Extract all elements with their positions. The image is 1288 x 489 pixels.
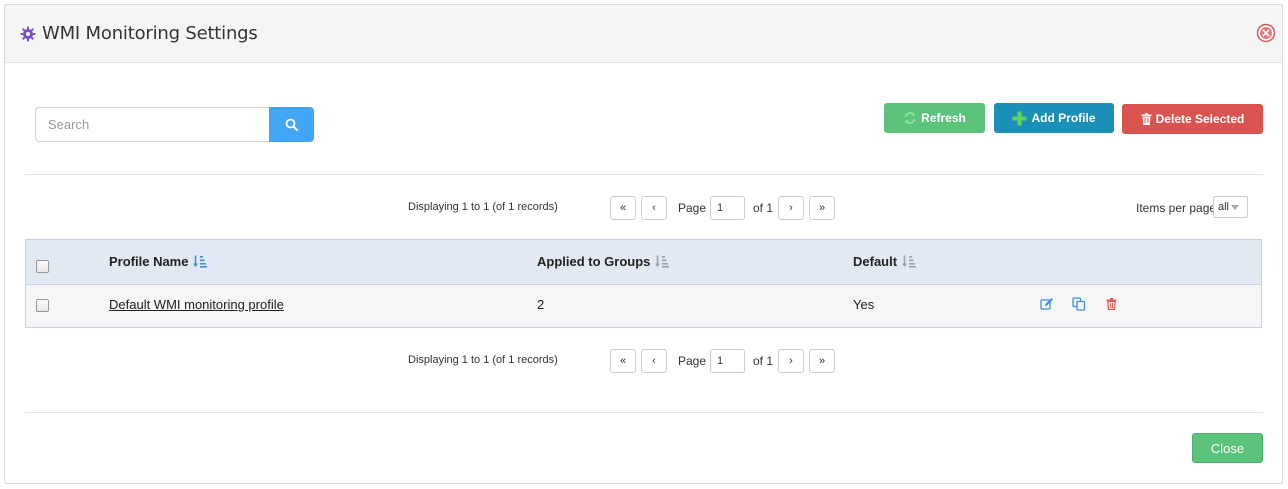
select-all-checkbox[interactable] <box>36 260 49 273</box>
row-checkbox[interactable] <box>36 299 49 312</box>
plus-icon <box>1012 111 1027 126</box>
divider-top <box>25 174 1263 175</box>
search-icon <box>285 118 298 131</box>
pager-top: Displaying 1 to 1 (of 1 records) « ‹ Pag… <box>5 196 1282 220</box>
delete-selected-label: Delete Selected <box>1155 112 1245 126</box>
profiles-table: Profile Name Applied to Groups Default D… <box>25 239 1262 328</box>
gear-icon <box>20 26 36 42</box>
items-per-page-label: Items per page <box>1136 201 1217 215</box>
close-button[interactable]: Close <box>1192 433 1263 463</box>
wmi-settings-modal: WMI Monitoring Settings Refresh <box>4 4 1283 484</box>
page-of-label: of 1 <box>753 354 774 368</box>
close-modal-icon[interactable] <box>1256 23 1276 43</box>
items-per-page-value: all <box>1218 201 1230 213</box>
profile-name-link[interactable]: Default WMI monitoring profile <box>109 297 284 312</box>
pager-bottom: Displaying 1 to 1 (of 1 records) « ‹ Pag… <box>5 349 1282 373</box>
sort-icon[interactable] <box>655 255 670 268</box>
first-page-button[interactable]: « <box>610 196 636 220</box>
next-page-button[interactable]: › <box>778 196 804 220</box>
next-page-button[interactable]: › <box>778 349 804 373</box>
applied-to-groups-cell: 2 <box>537 297 545 312</box>
sort-icon[interactable] <box>902 255 917 268</box>
delete-icon[interactable] <box>1103 296 1119 312</box>
edit-icon[interactable] <box>1039 296 1055 312</box>
refresh-icon <box>903 111 917 125</box>
divider-bottom <box>25 412 1263 413</box>
first-page-button[interactable]: « <box>610 349 636 373</box>
title-wrap: WMI Monitoring Settings <box>20 23 258 44</box>
modal-title: WMI Monitoring Settings <box>42 23 258 44</box>
prev-page-button[interactable]: ‹ <box>641 349 667 373</box>
refresh-button[interactable]: Refresh <box>884 103 985 133</box>
column-header-applied-to-groups[interactable]: Applied to Groups <box>537 254 670 269</box>
page-of-label: of 1 <box>753 201 774 215</box>
add-profile-button[interactable]: Add Profile <box>994 103 1114 133</box>
copy-icon[interactable] <box>1071 296 1087 312</box>
modal-header: WMI Monitoring Settings <box>5 5 1282 63</box>
table-header: Profile Name Applied to Groups Default <box>26 240 1261 285</box>
display-count-text: Displaying 1 to 1 (of 1 records) <box>408 354 558 366</box>
display-count-text: Displaying 1 to 1 (of 1 records) <box>408 201 558 213</box>
column-header-default[interactable]: Default <box>853 254 917 269</box>
prev-page-button[interactable]: ‹ <box>641 196 667 220</box>
sort-icon[interactable] <box>193 255 208 268</box>
search-input[interactable] <box>35 107 269 142</box>
refresh-label: Refresh <box>921 111 966 125</box>
page-number-input[interactable] <box>710 349 745 373</box>
column-header-profile-name[interactable]: Profile Name <box>109 254 208 269</box>
table-row: Default WMI monitoring profile 2 Yes <box>26 285 1261 327</box>
page-number-input[interactable] <box>710 196 745 220</box>
last-page-button[interactable]: » <box>809 349 835 373</box>
search-button[interactable] <box>269 107 314 142</box>
delete-selected-button[interactable]: Delete Selected <box>1122 104 1263 134</box>
items-per-page-select[interactable]: all <box>1213 196 1248 218</box>
page-label: Page <box>678 354 707 368</box>
chevron-down-icon <box>1231 204 1240 210</box>
trash-icon <box>1141 113 1152 125</box>
last-page-button[interactable]: » <box>809 196 835 220</box>
page-label: Page <box>678 201 707 215</box>
default-cell: Yes <box>853 297 875 312</box>
add-profile-label: Add Profile <box>1031 111 1096 125</box>
